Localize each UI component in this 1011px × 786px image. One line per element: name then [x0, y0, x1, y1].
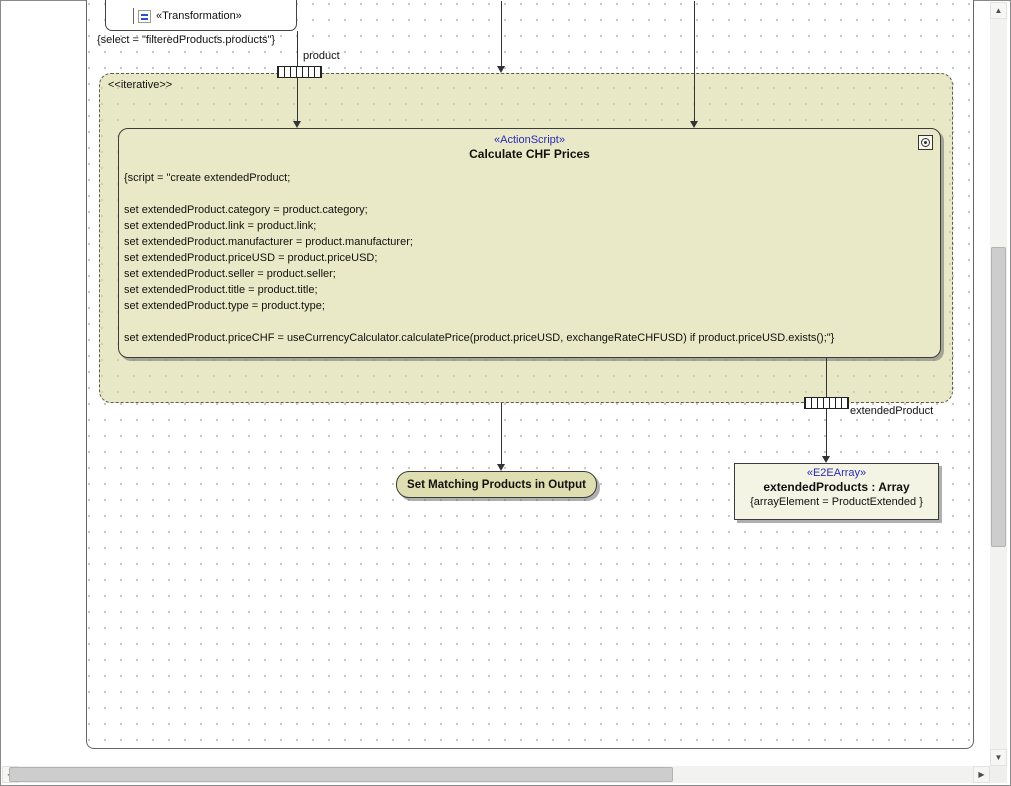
object-flow-line[interactable]: [297, 78, 298, 121]
object-flow-line[interactable]: [297, 31, 298, 66]
horizontal-scroll-thumb[interactable]: [9, 767, 673, 782]
application-window: «Transformation» {select = "filteredProd…: [0, 0, 1011, 786]
scroll-down-button[interactable]: ▼: [990, 749, 1007, 766]
script-line: set extendedProduct.title = product.titl…: [124, 282, 940, 298]
transformation-icon: [138, 10, 151, 23]
arrowhead-icon: [497, 66, 505, 73]
horizontal-scrollbar[interactable]: ◀ ▶: [2, 766, 990, 783]
extendedproduct-pin[interactable]: [804, 397, 849, 409]
control-flow-line[interactable]: [694, 1, 695, 121]
product-pin-label: product: [303, 50, 340, 62]
arrowhead-icon: [690, 121, 698, 128]
control-flow-line[interactable]: [501, 403, 502, 464]
e2earray-tag: {arrayElement = ProductExtended }: [735, 495, 938, 510]
script-line: set extendedProduct.link = product.link;: [124, 218, 940, 234]
gear-icon: [918, 135, 933, 150]
iterative-region-label: <<iterative>>: [108, 79, 172, 91]
script-line: set extendedProduct.priceCHF = useCurren…: [124, 330, 940, 346]
script-line: [124, 186, 940, 202]
product-pin[interactable]: [277, 66, 322, 78]
extendedproduct-pin-label: extendedProduct: [850, 405, 933, 417]
scroll-down-icon: ▼: [995, 753, 1003, 762]
actionscript-stereotype: «ActionScript»: [119, 134, 940, 147]
actionscript-node[interactable]: «ActionScript» Calculate CHF Prices {scr…: [118, 128, 941, 358]
script-line: set extendedProduct.priceUSD = product.p…: [124, 250, 940, 266]
e2earray-title: extendedProducts : Array: [735, 480, 938, 495]
actionscript-script: {script = "create extendedProduct; set e…: [124, 170, 940, 346]
transformation-stereotype: «Transformation»: [156, 10, 242, 22]
scroll-up-icon: ▲: [995, 6, 1003, 15]
script-line: set extendedProduct.category = product.c…: [124, 202, 940, 218]
vertical-scroll-thumb[interactable]: [991, 247, 1006, 547]
scrollbar-corner: [990, 766, 1007, 783]
script-line: {script = "create extendedProduct;: [124, 170, 940, 186]
scroll-right-button[interactable]: ▶: [973, 766, 990, 783]
arrowhead-icon: [497, 464, 505, 471]
script-line: set extendedProduct.seller = product.sel…: [124, 266, 940, 282]
script-line: [124, 314, 940, 330]
scroll-up-button[interactable]: ▲: [990, 2, 1007, 19]
set-matching-products-node[interactable]: Set Matching Products in Output: [396, 471, 597, 498]
vertical-scrollbar[interactable]: ▲ ▼: [990, 2, 1007, 766]
object-flow-line[interactable]: [826, 409, 827, 456]
scroll-right-icon: ▶: [978, 770, 984, 779]
control-flow-line[interactable]: [501, 1, 502, 66]
divider: [133, 8, 134, 24]
e2earray-stereotype: «E2EArray»: [735, 467, 938, 480]
actionscript-title: Calculate CHF Prices: [119, 147, 940, 162]
script-line: set extendedProduct.type = product.type;: [124, 298, 940, 314]
script-line: set extendedProduct.manufacturer = produ…: [124, 234, 940, 250]
arrowhead-icon: [822, 456, 830, 463]
arrowhead-icon: [293, 121, 301, 128]
e2earray-node[interactable]: «E2EArray» extendedProducts : Array {arr…: [734, 463, 939, 520]
transformation-node[interactable]: «Transformation»: [105, 0, 297, 31]
set-matching-products-label: Set Matching Products in Output: [407, 479, 586, 491]
transformation-tag: {select = "filteredProducts.products"}: [97, 34, 275, 46]
object-flow-line[interactable]: [826, 358, 827, 397]
